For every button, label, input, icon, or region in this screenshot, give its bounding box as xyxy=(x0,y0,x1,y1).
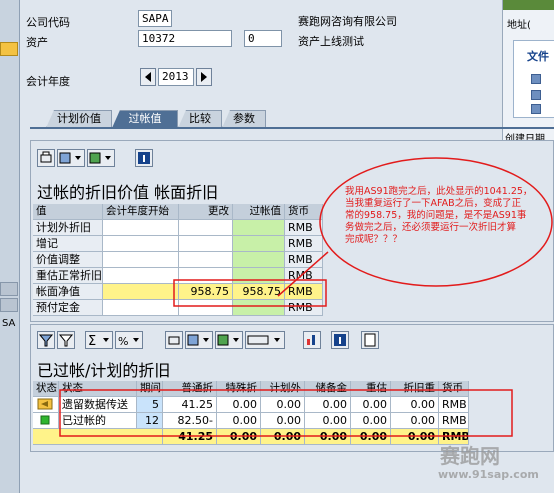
annotation-arrow xyxy=(277,251,329,297)
annotation-schedule-box xyxy=(59,389,513,437)
annotation-line: 常的958.75，我的问题是，是不是AS91事 xyxy=(345,210,527,221)
annotation-text: 我用AS91跑完之后，此处显示的1041.25， 当我重复运行了一下AFAB之后… xyxy=(345,186,551,246)
watermark-site-name: 赛跑网 xyxy=(440,444,500,468)
annotation-highlight-box xyxy=(173,279,327,307)
annotation-line: 完成呢？？？ xyxy=(345,234,403,245)
annotation-line: 务做完之后，还必须要运行一次折旧才算 xyxy=(345,222,517,233)
watermark-url: www.91sap.com xyxy=(438,468,539,481)
annotation-line: 当我重复运行了一下AFAB之后，变成了正 xyxy=(345,198,522,209)
annotation-layer xyxy=(59,157,553,437)
annotation-line: 我用AS91跑完之后，此处显示的1041.25， xyxy=(345,186,533,197)
